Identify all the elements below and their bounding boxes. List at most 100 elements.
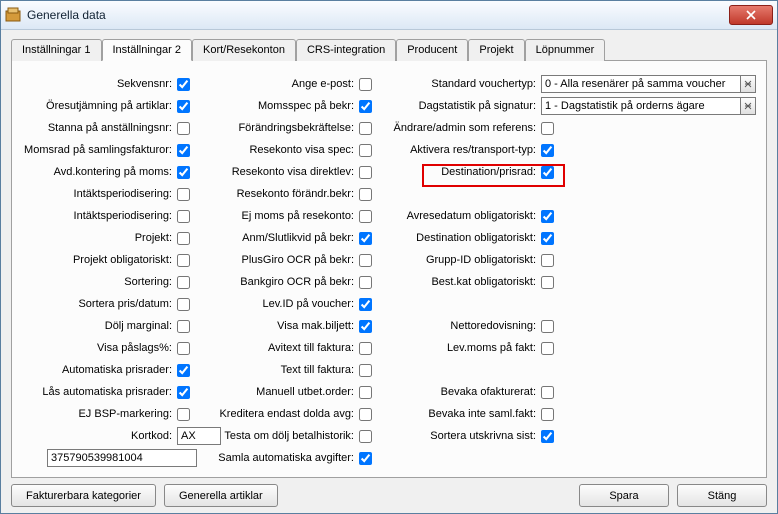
col2-label-5: Resekonto förändr.bekr: bbox=[199, 188, 359, 200]
col2-check-3[interactable] bbox=[359, 144, 372, 157]
tab-projekt[interactable]: Projekt bbox=[468, 39, 524, 61]
col2-check-6[interactable] bbox=[359, 210, 372, 223]
tab-producent[interactable]: Producent bbox=[396, 39, 468, 61]
col1-check-9[interactable] bbox=[177, 276, 190, 289]
col3-check-16[interactable] bbox=[541, 430, 554, 443]
col3-check-4[interactable] bbox=[541, 166, 554, 179]
col2-check-13[interactable] bbox=[359, 364, 372, 377]
tab-crs-integration[interactable]: CRS-integration bbox=[296, 39, 396, 61]
kortnr-input[interactable] bbox=[47, 449, 197, 467]
col2-check-14[interactable] bbox=[359, 386, 372, 399]
col2-check-8[interactable] bbox=[359, 254, 372, 267]
col2-check-4[interactable] bbox=[359, 166, 372, 179]
save-button[interactable]: Spara bbox=[579, 484, 669, 507]
col2-check-2[interactable] bbox=[359, 122, 372, 135]
col1-check-7[interactable] bbox=[177, 232, 190, 245]
col2-check-16[interactable] bbox=[359, 430, 372, 443]
col3-dropdown-0-value[interactable] bbox=[541, 75, 740, 93]
col3-check-3[interactable] bbox=[541, 144, 554, 157]
col2-check-7[interactable] bbox=[359, 232, 372, 245]
col2-check-12[interactable] bbox=[359, 342, 372, 355]
col3-check-6[interactable] bbox=[541, 210, 554, 223]
control-cell bbox=[177, 383, 199, 401]
control-cell bbox=[359, 141, 381, 159]
col1-check-5[interactable] bbox=[177, 188, 190, 201]
col2-label-14: Manuell utbet.order: bbox=[199, 386, 359, 398]
control-cell bbox=[177, 141, 199, 159]
col3-check-7[interactable] bbox=[541, 232, 554, 245]
col2-check-9[interactable] bbox=[359, 276, 372, 289]
dialog-window: Generella data Inställningar 1Inställnin… bbox=[0, 0, 778, 514]
col1-check-10[interactable] bbox=[177, 298, 190, 311]
col1-check-4[interactable] bbox=[177, 166, 190, 179]
col1-label-0: Sekvensnr: bbox=[22, 78, 177, 90]
generella-artiklar-button[interactable]: Generella artiklar bbox=[164, 484, 278, 507]
control-cell bbox=[541, 163, 756, 181]
col3-check-11[interactable] bbox=[541, 320, 554, 333]
col1-label-15: EJ BSP-markering: bbox=[22, 408, 177, 420]
control-cell bbox=[177, 361, 199, 379]
tab-inst-llningar-2[interactable]: Inställningar 2 bbox=[102, 39, 193, 61]
col2-check-11[interactable] bbox=[359, 320, 372, 333]
col2-check-15[interactable] bbox=[359, 408, 372, 421]
col1-check-13[interactable] bbox=[177, 364, 190, 377]
col3-label-4: Destination/prisrad: bbox=[381, 166, 541, 178]
control-cell bbox=[359, 339, 381, 357]
col2-check-17[interactable] bbox=[359, 452, 372, 465]
col2-label-0: Ange e-post: bbox=[199, 78, 359, 90]
control-cell bbox=[541, 317, 756, 335]
fakturerbara-button[interactable]: Fakturerbara kategorier bbox=[11, 484, 156, 507]
col1-check-11[interactable] bbox=[177, 320, 190, 333]
col3-dropdown-1[interactable] bbox=[541, 97, 756, 115]
col1-check-0[interactable] bbox=[177, 78, 190, 91]
control-cell bbox=[177, 229, 199, 247]
col3-dropdown-0[interactable] bbox=[541, 75, 756, 93]
col1-label-10: Sortera pris/datum: bbox=[22, 298, 177, 310]
control-cell bbox=[359, 207, 381, 225]
tab-kort-resekonton[interactable]: Kort/Resekonton bbox=[192, 39, 296, 61]
col3-check-12[interactable] bbox=[541, 342, 554, 355]
control-cell bbox=[541, 207, 756, 225]
col3-dropdown-1-toggle[interactable] bbox=[740, 97, 756, 115]
col3-check-15[interactable] bbox=[541, 408, 554, 421]
col1-check-8[interactable] bbox=[177, 254, 190, 267]
control-cell bbox=[541, 229, 756, 247]
col1-check-12[interactable] bbox=[177, 342, 190, 355]
close-button[interactable] bbox=[729, 5, 773, 25]
col2-check-1[interactable] bbox=[359, 100, 372, 113]
col3-dropdown-0-toggle[interactable] bbox=[740, 75, 756, 93]
col3-check-2[interactable] bbox=[541, 122, 554, 135]
col1-check-15[interactable] bbox=[177, 408, 190, 421]
col3-check-14[interactable] bbox=[541, 386, 554, 399]
tab-inst-llningar-1[interactable]: Inställningar 1 bbox=[11, 39, 102, 61]
col1-check-1[interactable] bbox=[177, 100, 190, 113]
control-cell bbox=[177, 251, 199, 269]
col3-check-9[interactable] bbox=[541, 276, 554, 289]
control-cell bbox=[541, 141, 756, 159]
col1-label-11: Dölj marginal: bbox=[22, 320, 177, 332]
col2-label-7: Anm/Slutlikvid på bekr: bbox=[199, 232, 359, 244]
col2-check-0[interactable] bbox=[359, 78, 372, 91]
spacer bbox=[286, 484, 571, 507]
control-cell bbox=[541, 339, 756, 357]
col1-label-13: Automatiska prisrader: bbox=[22, 364, 177, 376]
col1-label-6: Intäktsperiodisering: bbox=[22, 210, 177, 222]
col1-check-2[interactable] bbox=[177, 122, 190, 135]
col1-check-14[interactable] bbox=[177, 386, 190, 399]
button-bar: Fakturerbara kategorier Generella artikl… bbox=[11, 478, 767, 507]
tab-l-pnummer[interactable]: Löpnummer bbox=[525, 39, 606, 61]
col3-dropdown-1-value[interactable] bbox=[541, 97, 740, 115]
col2-check-5[interactable] bbox=[359, 188, 372, 201]
control-cell bbox=[541, 273, 756, 291]
col2-check-10[interactable] bbox=[359, 298, 372, 311]
control-cell bbox=[177, 273, 199, 291]
col1-check-6[interactable] bbox=[177, 210, 190, 223]
col3-check-8[interactable] bbox=[541, 254, 554, 267]
col2-label-3: Resekonto visa spec: bbox=[199, 144, 359, 156]
control-cell bbox=[359, 229, 381, 247]
col1-check-3[interactable] bbox=[177, 144, 190, 157]
close-dialog-button[interactable]: Stäng bbox=[677, 484, 767, 507]
col1-label-1: Öresutjämning på artiklar: bbox=[22, 100, 177, 112]
control-cell bbox=[177, 339, 199, 357]
control-cell bbox=[359, 251, 381, 269]
